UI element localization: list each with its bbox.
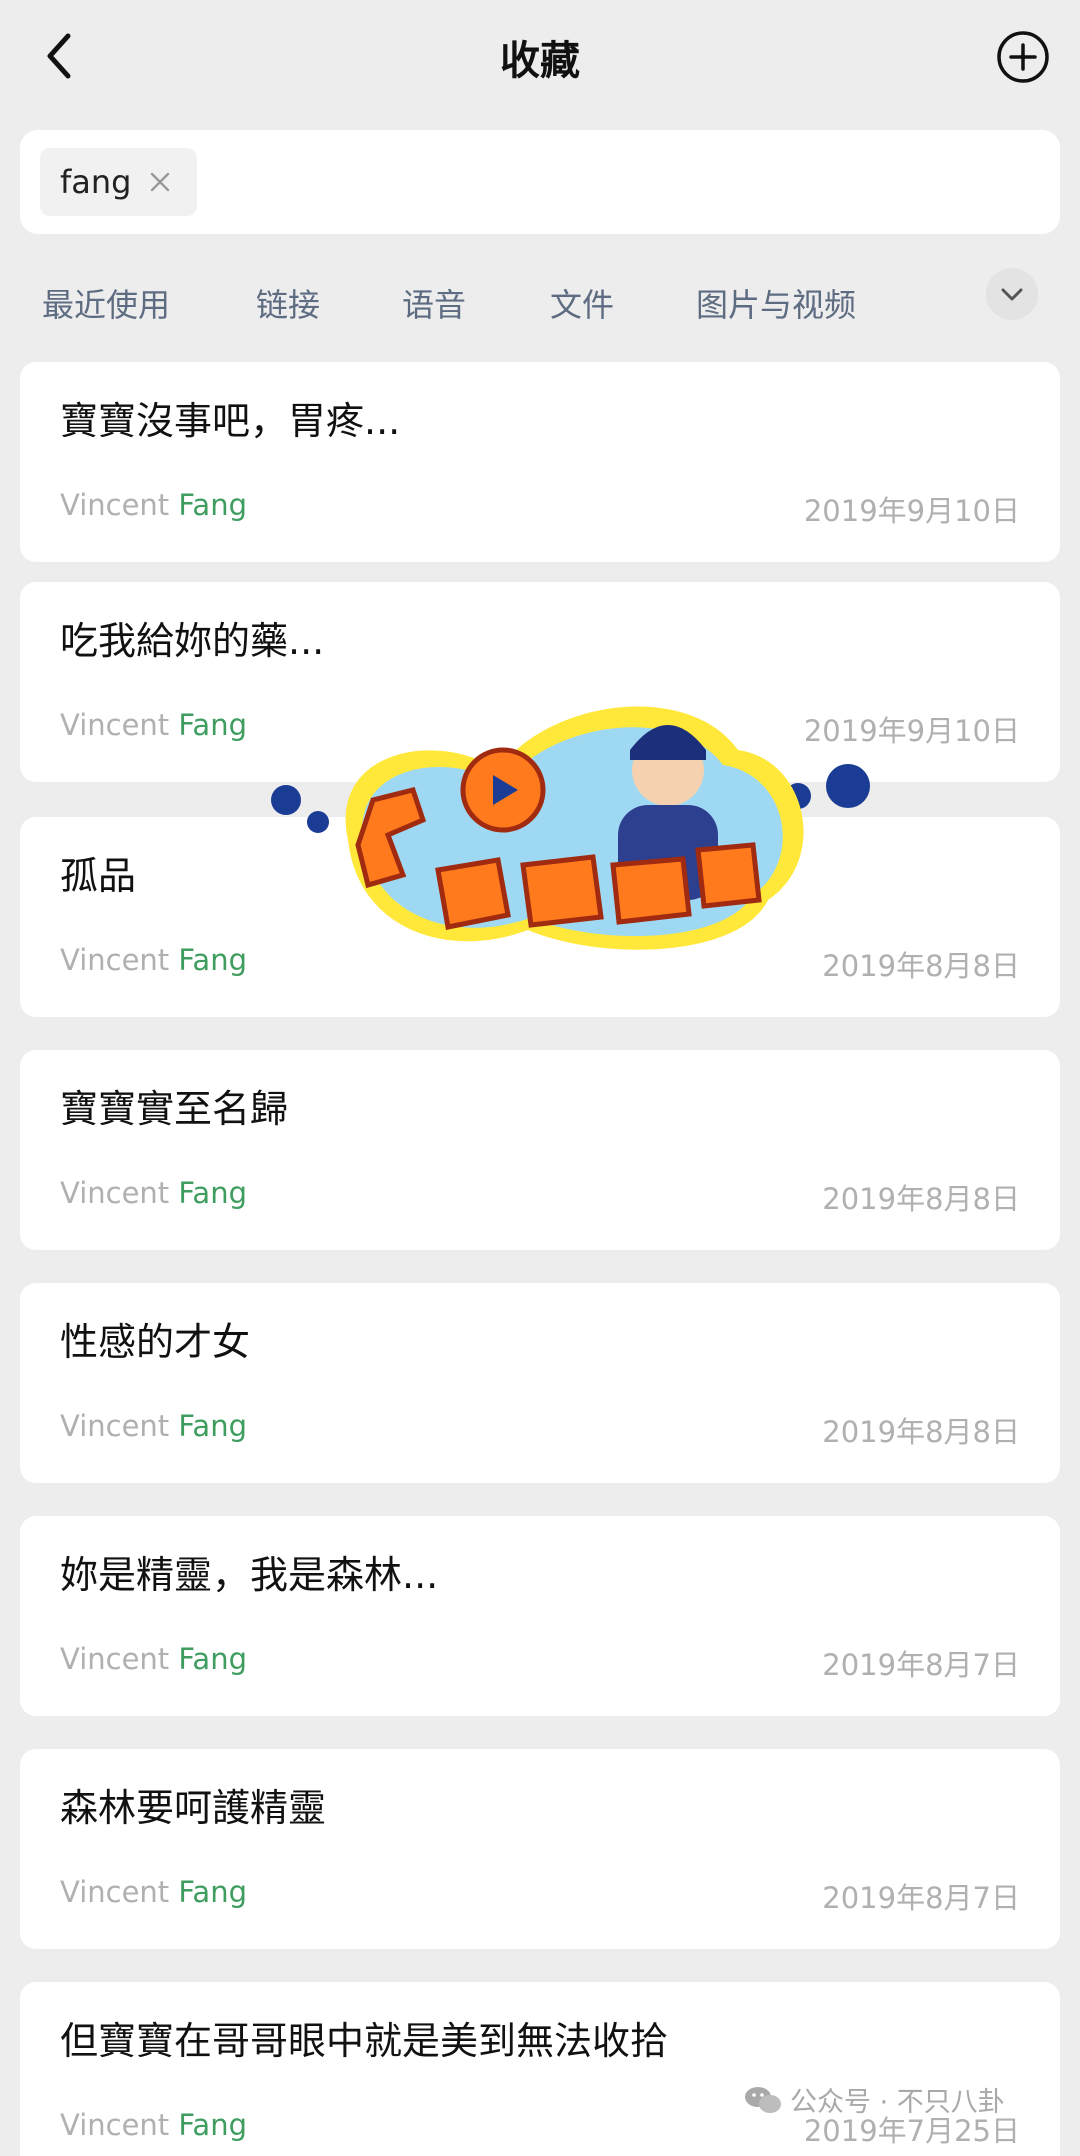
- list-item[interactable]: 寶寶實至名歸 Vincent Fang 2019年8月8日: [20, 1050, 1060, 1250]
- watermark-text: 公众号 · 不只八卦: [790, 2087, 1005, 2118]
- filter-tabs: 最近使用 链接 语音 文件 图片与视频: [0, 250, 1080, 360]
- item-author: Vincent Fang: [60, 2108, 247, 2142]
- filter-files[interactable]: 文件: [550, 280, 614, 326]
- item-author: Vincent Fang: [60, 488, 247, 522]
- item-author: Vincent Fang: [60, 1875, 247, 1909]
- item-title: 妳是精靈，我是森林...: [60, 1553, 439, 1597]
- item-date: 2019年8月8日: [822, 1415, 1020, 1449]
- item-title: 寶寶沒事吧，胃疼...: [60, 399, 401, 443]
- item-title: 孤品: [60, 854, 137, 898]
- item-author: Vincent Fang: [60, 1176, 247, 1210]
- item-title: 性感的才女: [60, 1320, 251, 1364]
- search-tag-label: fang: [60, 163, 132, 201]
- search-box[interactable]: fang: [20, 130, 1060, 234]
- page-title: 收藏: [500, 38, 580, 84]
- filter-voice[interactable]: 语音: [402, 280, 466, 326]
- item-author: Vincent Fang: [60, 1409, 247, 1443]
- watermark: 公众号 · 不只八卦: [744, 2080, 1005, 2119]
- item-title: 森林要呵護精靈: [60, 1786, 327, 1830]
- search-tag[interactable]: fang: [40, 148, 198, 216]
- item-author: Vincent Fang: [60, 943, 247, 977]
- add-icon[interactable]: [996, 30, 1050, 84]
- item-author: Vincent Fang: [60, 1642, 247, 1676]
- watermark-logo: [271, 706, 870, 950]
- filter-recent[interactable]: 最近使用: [42, 280, 170, 326]
- close-icon[interactable]: [149, 171, 171, 193]
- list-item[interactable]: 妳是精靈，我是森林... Vincent Fang 2019年8月7日: [20, 1516, 1060, 1716]
- top-bar: 收藏: [0, 0, 1080, 112]
- item-date: 2019年8月7日: [822, 1648, 1020, 1682]
- filter-links[interactable]: 链接: [256, 280, 320, 326]
- item-date: 2019年8月8日: [822, 1182, 1020, 1216]
- filter-media[interactable]: 图片与视频: [696, 280, 856, 326]
- item-title: 寶寶實至名歸: [60, 1087, 289, 1131]
- chevron-down-icon[interactable]: [986, 268, 1038, 320]
- list-item[interactable]: 寶寶沒事吧，胃疼... Vincent Fang 2019年9月10日: [20, 362, 1060, 562]
- item-author: Vincent Fang: [60, 708, 247, 742]
- item-date: 2019年9月10日: [803, 494, 1020, 528]
- item-date: 2019年8月7日: [822, 1881, 1020, 1915]
- item-title: 吃我給妳的藥...: [60, 619, 325, 663]
- wechat-icon: [745, 2086, 781, 2113]
- list-item[interactable]: 但寶寶在哥哥眼中就是美到無法收拾 Vincent Fang 2019年7月25日: [20, 1982, 1060, 2156]
- list-item[interactable]: 森林要呵護精靈 Vincent Fang 2019年8月7日: [20, 1749, 1060, 1949]
- item-title: 但寶寶在哥哥眼中就是美到無法收拾: [60, 2019, 669, 2063]
- list-item[interactable]: 性感的才女 Vincent Fang 2019年8月8日: [20, 1283, 1060, 1483]
